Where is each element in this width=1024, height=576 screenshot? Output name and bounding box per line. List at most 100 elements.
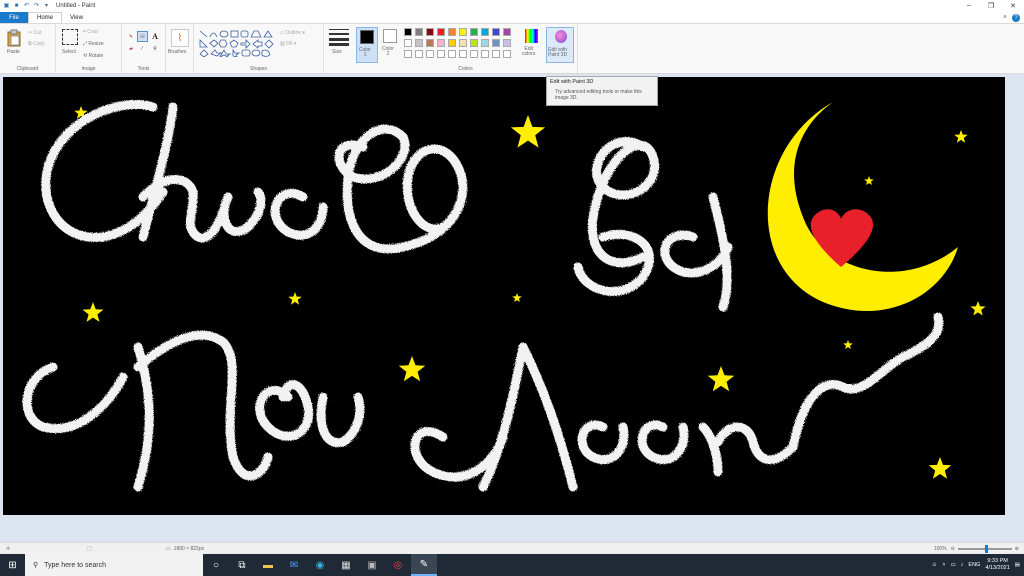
start-button[interactable]: ⊞ — [0, 554, 25, 576]
palette-swatch[interactable] — [426, 39, 434, 47]
resize-label: Resize — [88, 41, 104, 47]
notifications-icon[interactable]: ▤ — [1015, 562, 1020, 568]
save-icon[interactable]: ■ — [13, 2, 20, 9]
clipboard-group: Paste ✂ Cut ⧉ Copy Clipboard — [0, 24, 56, 74]
palette-swatch[interactable] — [459, 39, 467, 47]
palette-swatch[interactable] — [492, 39, 500, 47]
palette-swatch[interactable] — [437, 39, 445, 47]
chrome-icon[interactable]: ◎ — [385, 554, 411, 576]
brush-icon[interactable]: ⌇ — [171, 29, 189, 47]
palette-swatch[interactable] — [415, 28, 423, 36]
help-icon[interactable]: ? — [1012, 13, 1020, 22]
fill-dropdown[interactable]: ▨ Fill ▾ — [280, 41, 296, 47]
zoom-slider-thumb[interactable] — [984, 544, 988, 553]
magnifier-icon[interactable]: ⚲ — [150, 44, 160, 54]
edit-with-paint3d-button[interactable]: Edit with Paint 3D — [546, 27, 574, 63]
star — [510, 115, 546, 148]
show-hidden-icons-icon[interactable]: ˄ — [942, 562, 945, 568]
palette-swatch[interactable] — [481, 28, 489, 36]
zoom-in-button[interactable]: ⊕ — [1015, 546, 1019, 552]
palette-swatch[interactable] — [448, 39, 456, 47]
canvas-dimensions: 1880 × 822px — [173, 545, 205, 552]
color1-button[interactable]: Color 1 — [356, 27, 378, 63]
close-button[interactable]: ✕ — [1002, 0, 1024, 11]
palette-swatch[interactable] — [426, 28, 434, 36]
palette-swatch[interactable] — [415, 39, 423, 47]
palette-swatch[interactable] — [503, 39, 511, 47]
custom-color-slot[interactable] — [481, 50, 489, 58]
select-button[interactable] — [62, 29, 78, 45]
tab-view[interactable]: View — [62, 12, 91, 23]
palette-swatch[interactable] — [470, 39, 478, 47]
palette-swatch[interactable] — [437, 28, 445, 36]
custom-color-slot[interactable] — [437, 50, 445, 58]
copy-button[interactable]: ⧉ Copy — [28, 41, 45, 47]
language-indicator[interactable]: ENG — [968, 562, 980, 568]
customize-qat-icon[interactable]: ▾ — [43, 2, 50, 9]
custom-color-slot[interactable] — [470, 50, 478, 58]
color2-button[interactable]: Color 2 — [380, 27, 400, 63]
fill-icon[interactable]: ⛁ — [137, 31, 148, 42]
people-icon[interactable]: ☺ — [932, 562, 938, 568]
outline-dropdown[interactable]: ▱ Outline ▾ — [280, 30, 305, 36]
taskbar: ⊞ ⚲ Type here to search ○ ⧉ ▬ ✉ ◉ ▦ ▣ ◎ … — [0, 554, 1024, 576]
rotate-label: Rotate — [88, 53, 104, 59]
custom-color-slot[interactable] — [492, 50, 500, 58]
network-icon[interactable]: ▭ — [950, 562, 955, 568]
drawing-canvas[interactable] — [3, 77, 1005, 515]
palette-swatch[interactable] — [404, 28, 412, 36]
crop-button[interactable]: ⌗ Crop — [83, 29, 98, 35]
cortana-icon[interactable]: ○ — [203, 554, 229, 576]
text-icon[interactable]: A — [150, 31, 160, 41]
tab-home[interactable]: Home — [28, 12, 63, 23]
shapes-gallery[interactable] — [198, 29, 276, 57]
palette-swatch[interactable] — [470, 28, 478, 36]
palette-swatch[interactable] — [481, 39, 489, 47]
tools-group-label: Tools — [137, 66, 150, 72]
paste-button[interactable] — [6, 28, 22, 48]
palette-swatch[interactable] — [503, 28, 511, 36]
custom-color-slot[interactable] — [404, 50, 412, 58]
redo-icon[interactable]: ↷ — [33, 2, 40, 9]
undo-icon[interactable]: ↶ — [23, 2, 30, 9]
cut-button[interactable]: ✂ Cut — [28, 30, 41, 36]
resize-button[interactable]: ⤢ Resize — [83, 41, 104, 47]
tab-file[interactable]: File — [0, 12, 28, 23]
color-picker-icon[interactable]: ⁄ — [137, 44, 147, 54]
collapse-ribbon-icon[interactable]: ˄ — [1001, 14, 1009, 22]
clock[interactable]: 9:33 PM 4/13/2021 — [985, 558, 1009, 572]
letter-stroke — [788, 312, 944, 452]
task-view-icon[interactable]: ⧉ — [229, 554, 255, 576]
palette-swatch[interactable] — [459, 28, 467, 36]
edit-colors-button[interactable]: Edit colors — [520, 27, 544, 63]
mail-icon[interactable]: ✉ — [281, 554, 307, 576]
store-icon[interactable]: ▦ — [333, 554, 359, 576]
minimize-button[interactable]: – — [958, 0, 980, 11]
photos-icon[interactable]: ▣ — [359, 554, 385, 576]
rotate-button[interactable]: ⟲ Rotate — [83, 53, 103, 59]
custom-color-slot[interactable] — [448, 50, 456, 58]
zoom-out-button[interactable]: ⊖ — [951, 546, 955, 552]
zoom-slider[interactable] — [957, 544, 1012, 553]
file-explorer-icon[interactable]: ▬ — [255, 554, 281, 576]
custom-color-slot[interactable] — [503, 50, 511, 58]
custom-color-slot[interactable] — [415, 50, 423, 58]
star — [843, 340, 853, 349]
palette-swatch[interactable] — [448, 28, 456, 36]
paint-taskbar-icon[interactable]: ✎ — [411, 554, 437, 576]
custom-color-slot[interactable] — [459, 50, 467, 58]
volume-icon[interactable]: ♪ — [961, 562, 964, 568]
tooltip-body: Try advanced editing tools or make this … — [555, 89, 642, 101]
palette-swatch[interactable] — [404, 39, 412, 47]
maximize-button[interactable]: ❐ — [980, 0, 1002, 11]
edge-icon[interactable]: ◉ — [307, 554, 333, 576]
pencil-icon[interactable]: ✎ — [126, 32, 136, 42]
taskbar-search[interactable]: ⚲ Type here to search — [25, 554, 203, 576]
custom-color-slot[interactable] — [426, 50, 434, 58]
cut-label: Cut — [33, 30, 42, 36]
star — [707, 366, 735, 392]
search-placeholder: Type here to search — [44, 561, 107, 569]
size-icon[interactable] — [329, 28, 349, 46]
eraser-icon[interactable]: ▰ — [126, 44, 136, 54]
palette-swatch[interactable] — [492, 28, 500, 36]
